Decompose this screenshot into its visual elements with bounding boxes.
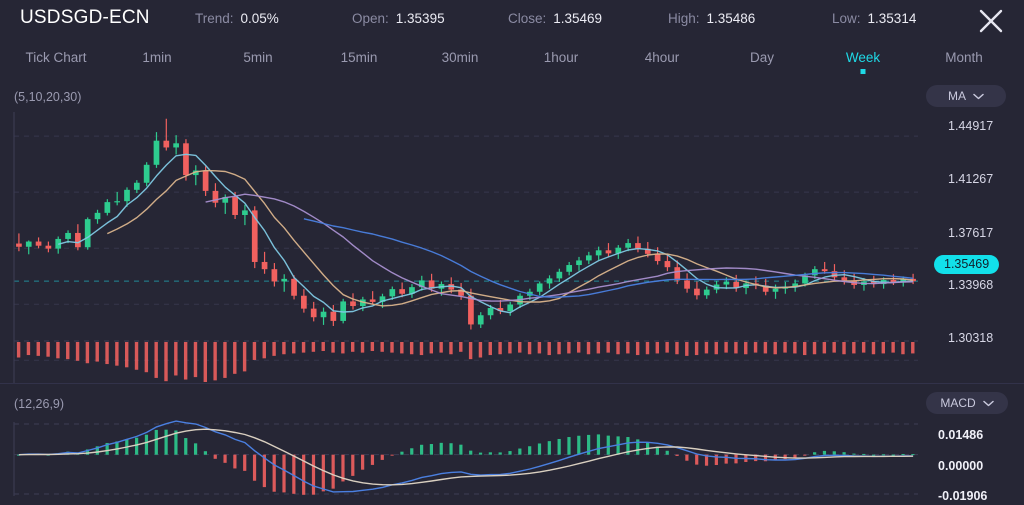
chart-header: USDSGD-ECN Trend: 0.05% Open: 1.35395 Close:…: [0, 0, 1024, 40]
tab-15min[interactable]: 15min: [341, 50, 378, 65]
stat-label: Open:: [352, 11, 389, 26]
macd-chart[interactable]: [0, 418, 925, 500]
active-tab-indicator: [860, 69, 866, 74]
header-stat-trend: Trend: 0.05%: [195, 11, 279, 26]
tab-day[interactable]: Day: [750, 50, 774, 65]
tab-4hour[interactable]: 4hour: [645, 50, 680, 65]
tab-1hour[interactable]: 1hour: [544, 50, 579, 65]
price-axis-label: 1.41267: [948, 172, 994, 186]
macd-axis-label: -0.01906: [938, 489, 988, 503]
price-axis-label: 1.33968: [948, 278, 994, 292]
header-stat-close: Close: 1.35469: [508, 11, 602, 26]
ma-indicator-dropdown[interactable]: MA: [926, 85, 1006, 107]
header-stat-low: Low: 1.35314: [832, 11, 916, 26]
volume-chart: [0, 340, 925, 388]
ma-params-label: (5,10,20,30): [14, 90, 82, 104]
stat-value: 1.35395: [395, 11, 445, 26]
header-stat-open: Open: 1.35395: [352, 11, 445, 26]
header-stat-high: High: 1.35486: [668, 11, 755, 26]
chart-window: USDSGD-ECN Trend: 0.05% Open: 1.35395 Close:…: [0, 0, 1024, 505]
ma-dropdown-label: MA: [948, 89, 966, 103]
panel-divider: [0, 383, 1024, 384]
tab-week[interactable]: Week: [846, 50, 880, 65]
chevron-down-icon: [982, 396, 994, 410]
macd-indicator-dropdown[interactable]: MACD: [926, 392, 1008, 414]
price-axis-label: 1.44917: [948, 119, 994, 133]
close-icon[interactable]: [974, 4, 1008, 38]
price-axis-label: 1.37617: [948, 226, 994, 240]
stat-value: 1.35314: [867, 11, 917, 26]
tab-5min[interactable]: 5min: [243, 50, 272, 65]
stat-label: Low:: [832, 11, 861, 26]
macd-dropdown-label: MACD: [940, 396, 976, 410]
stat-value: 1.35486: [706, 11, 756, 26]
tab-1min[interactable]: 1min: [142, 50, 171, 65]
stat-value: 1.35469: [553, 11, 603, 26]
stat-label: Close:: [508, 11, 547, 26]
timeframe-tabs: Tick Chart 1min 5min 15min 30min 1hour 4hour Da…: [0, 40, 1024, 80]
stat-value: 0.05%: [240, 11, 279, 26]
chevron-down-icon: [973, 89, 984, 103]
tab-tick-chart[interactable]: Tick Chart: [25, 50, 86, 65]
tab-30min[interactable]: 30min: [442, 50, 479, 65]
macd-axis-label: 0.00000: [938, 459, 984, 473]
stat-label: High:: [668, 11, 700, 26]
price-axis-label: 1.30318: [948, 331, 994, 345]
symbol-title: USDSGD-ECN: [20, 7, 150, 28]
current-price-badge: 1.35469: [934, 255, 1000, 274]
macd-params-label: (12,26,9): [14, 397, 65, 411]
tab-month[interactable]: Month: [945, 50, 983, 65]
macd-axis-label: 0.01486: [938, 428, 984, 442]
stat-label: Trend:: [195, 11, 234, 26]
